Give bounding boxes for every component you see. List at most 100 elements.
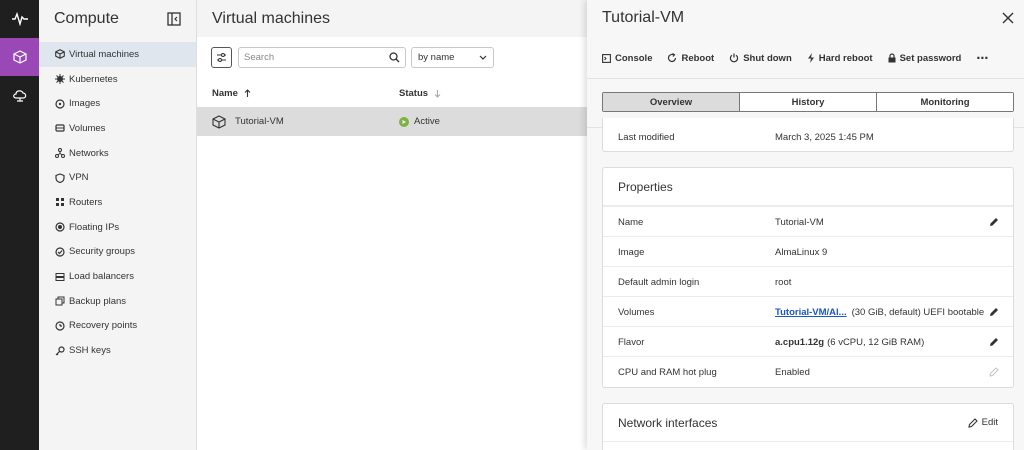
- pencil-icon: [990, 308, 998, 316]
- sidebar-item-networks[interactable]: Networks: [39, 141, 196, 166]
- property-value: AlmaLinux 9: [775, 246, 828, 258]
- reboot-icon: [668, 53, 677, 63]
- last-modified-value: March 3, 2025 1:45 PM: [775, 131, 874, 143]
- console-button[interactable]: Console: [602, 53, 652, 64]
- set-password-button[interactable]: Set password: [888, 52, 962, 64]
- sidebar-item-label: Volumes: [69, 122, 106, 134]
- column-header-status-label: Status: [399, 87, 429, 99]
- sidebar-item-label: Virtual machines: [69, 48, 140, 60]
- sidebar-header: Compute: [39, 0, 196, 37]
- rail-cloud[interactable]: [0, 76, 39, 114]
- sort-select[interactable]: by name: [411, 47, 494, 68]
- arrow-down-icon: [434, 89, 441, 98]
- network-interfaces-header: Network interfaces Edit: [603, 404, 1013, 442]
- properties-title: Properties: [603, 168, 1013, 206]
- sidebar-item-recovery-points[interactable]: Recovery points: [39, 314, 196, 339]
- console-label: Console: [615, 52, 653, 64]
- vm-name-cell: Tutorial-VM: [212, 107, 284, 136]
- rail-activity[interactable]: [0, 0, 39, 38]
- property-row-admin-login: Default admin login root: [603, 266, 1013, 296]
- sidebar-collapse-button[interactable]: [167, 11, 181, 26]
- property-value: Tutorial-VM/Al... (30 GiB, default) UEFI…: [775, 297, 984, 327]
- collapse-panel-icon: [167, 11, 181, 26]
- search-icon[interactable]: [389, 52, 400, 63]
- more-icon: ⋯: [976, 51, 989, 65]
- sidebar-item-floating-ips[interactable]: Floating IPs: [39, 215, 196, 240]
- property-key: Name: [618, 216, 644, 228]
- sidebar-item-images[interactable]: Images: [39, 91, 196, 116]
- property-value: Tutorial-VM: [775, 216, 824, 228]
- shield-icon: [54, 173, 65, 183]
- property-key: Image: [618, 246, 645, 258]
- filter-button[interactable]: [211, 47, 232, 68]
- sidebar-item-security-groups[interactable]: Security groups: [39, 240, 196, 265]
- sidebar-item-label: Kubernetes: [69, 73, 118, 85]
- edit-volumes-button[interactable]: [989, 307, 999, 317]
- edit-flavor-button[interactable]: [989, 337, 999, 347]
- summary-card: Last modified March 3, 2025 1:45 PM: [602, 118, 1014, 152]
- shut-down-button[interactable]: Shut down: [729, 53, 792, 64]
- edit-label: Edit: [981, 417, 998, 428]
- sidebar-item-volumes[interactable]: Volumes: [39, 116, 196, 141]
- reboot-button[interactable]: Reboot: [667, 53, 714, 64]
- hard-reboot-button[interactable]: Hard reboot: [807, 53, 873, 64]
- vm-status: Active: [414, 116, 440, 127]
- sidebar-item-routers[interactable]: Routers: [39, 190, 196, 215]
- sidebar-item-ssh-keys[interactable]: SSH keys: [39, 338, 196, 363]
- column-header-status[interactable]: Status: [399, 88, 441, 99]
- set-password-label: Set password: [899, 52, 962, 64]
- sidebar-item-virtual-machines[interactable]: Virtual machines: [39, 42, 196, 67]
- sidebar-item-label: SSH keys: [69, 345, 111, 357]
- tab-overview[interactable]: Overview: [603, 93, 740, 111]
- search-box: [238, 47, 406, 68]
- sidebar-item-vpn[interactable]: VPN: [39, 165, 196, 190]
- cube-icon: [12, 50, 27, 64]
- more-actions-button[interactable]: ⋯: [976, 51, 988, 65]
- last-modified-label: Last modified: [618, 131, 675, 143]
- volume-icon: [54, 124, 65, 133]
- lock-icon: [888, 53, 896, 63]
- property-row-name: Name Tutorial-VM: [603, 206, 1013, 236]
- cube-icon: [54, 49, 65, 60]
- sidebar-item-backup-plans[interactable]: Backup plans: [39, 289, 196, 314]
- router-icon: [55, 198, 64, 207]
- last-modified-row: Last modified March 3, 2025 1:45 PM: [603, 118, 1013, 152]
- close-button[interactable]: [1002, 12, 1014, 24]
- sidebar-item-label: Recovery points: [69, 320, 138, 332]
- bolt-icon: [807, 53, 814, 63]
- network-interfaces-card: Network interfaces Edit: [602, 403, 1014, 450]
- pencil-icon: [989, 367, 999, 377]
- sort-select-value: by name: [418, 52, 455, 63]
- property-row-hot-plug: CPU and RAM hot plug Enabled: [603, 356, 1013, 386]
- table-header: Name Status: [197, 80, 587, 106]
- sliders-icon: [217, 53, 226, 62]
- search-input[interactable]: [244, 52, 389, 63]
- icon-rail: [0, 0, 39, 450]
- chevron-down-icon: [479, 55, 487, 60]
- status-active-icon: [399, 116, 409, 127]
- floating-ip-icon: [54, 222, 65, 232]
- sidebar-item-label: Routers: [69, 196, 103, 208]
- edit-network-button[interactable]: Edit: [967, 417, 998, 428]
- sidebar-list: Virtual machines Kubernetes Images Volum…: [39, 42, 196, 363]
- rail-compute[interactable]: [0, 38, 39, 76]
- key-icon: [55, 345, 65, 356]
- column-header-name-label: Name: [212, 87, 238, 99]
- sidebar-item-load-balancers[interactable]: Load balancers: [39, 264, 196, 289]
- volume-details: (30 GiB, default) UEFI bootable: [851, 306, 985, 318]
- property-value: a.cpu1.12g (6 vCPU, 12 GiB RAM): [775, 327, 924, 357]
- sidebar-item-label: Load balancers: [69, 271, 134, 283]
- shut-down-label: Shut down: [743, 52, 792, 64]
- edit-name-button[interactable]: [989, 217, 999, 227]
- sidebar-item-kubernetes[interactable]: Kubernetes: [39, 67, 196, 92]
- flavor-details: (6 vCPU, 12 GiB RAM): [827, 336, 925, 348]
- tab-monitoring[interactable]: Monitoring: [877, 93, 1013, 111]
- volume-link[interactable]: Tutorial-VM/Al...: [775, 307, 847, 318]
- property-row-image: Image AlmaLinux 9: [603, 236, 1013, 266]
- flavor-name: a.cpu1.12g: [775, 336, 825, 348]
- table-row[interactable]: Tutorial-VM Active: [197, 107, 587, 136]
- column-header-name[interactable]: Name: [212, 88, 251, 99]
- property-row-volumes: Volumes Tutorial-VM/Al... (30 GiB, defau…: [603, 296, 1013, 326]
- tab-history[interactable]: History: [740, 93, 877, 111]
- reboot-label: Reboot: [681, 52, 715, 64]
